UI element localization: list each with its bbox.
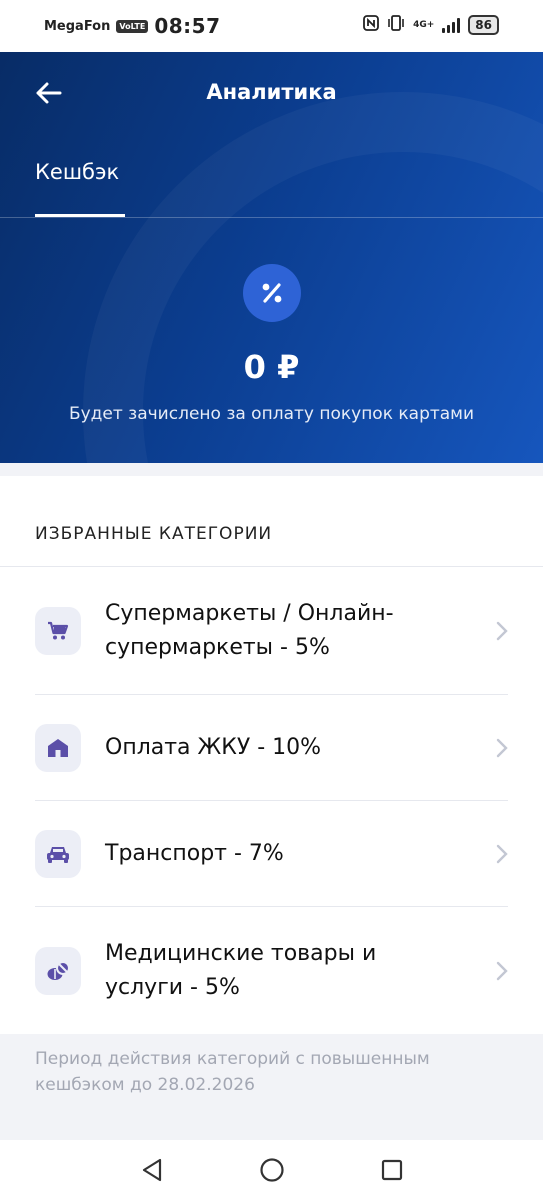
category-label: Медицинские товары и услуги - 5%: [105, 941, 377, 1000]
signal-icon: [442, 17, 461, 33]
pills-icon: [35, 947, 81, 995]
section-heading: ИЗБРАННЫЕ КАТЕГОРИИ: [35, 524, 273, 544]
circle-home-icon: [259, 1158, 284, 1182]
category-label: Транспорт - 7%: [105, 840, 284, 866]
cart-icon: [35, 606, 81, 655]
status-right: 4G+ 86: [363, 15, 499, 35]
category-label: Оплата ЖКУ - 10%: [105, 734, 322, 760]
cashback-subtitle: Будет зачислено за оплату покупок картам…: [68, 404, 475, 424]
category-row-utilities[interactable]: Оплата ЖКУ - 10%: [35, 695, 508, 801]
clock: 08:57: [154, 14, 221, 38]
category-row-supermarkets[interactable]: Супермаркеты / Онлайн-супермаркеты - 5%: [35, 567, 508, 695]
vibrate-icon: [387, 15, 405, 35]
favorite-categories-card: ИЗБРАННЫЕ КАТЕГОРИИ Супермаркеты / Онлай…: [0, 476, 543, 1034]
status-left: MegaFon VoLTE 08:57: [44, 14, 221, 38]
cashback-amount: 0 ₽: [243, 348, 300, 386]
triangle-back-icon: [142, 1158, 161, 1182]
percent-icon: [243, 264, 301, 322]
battery-icon: 86: [468, 15, 499, 35]
category-list: Супермаркеты / Онлайн-супермаркеты - 5% …: [0, 566, 543, 1035]
square-recents-icon: [381, 1159, 402, 1181]
nfc-icon: [363, 15, 379, 35]
system-nav-bar: [0, 1140, 543, 1200]
page-title: Аналитика: [206, 80, 337, 104]
tab-divider: [0, 217, 543, 218]
carrier-name: MegaFon: [44, 18, 111, 34]
nav-home-button[interactable]: [257, 1155, 287, 1185]
chevron-right-icon: [496, 738, 508, 757]
nav-recents-button[interactable]: [377, 1155, 407, 1185]
nav-back-button[interactable]: [137, 1155, 167, 1185]
cashback-hero: Аналитика Кешбэк 0 ₽ Будет зачислено за …: [0, 52, 543, 463]
category-row-medical[interactable]: Медицинские товары и услуги - 5%: [35, 907, 508, 1035]
network-type: 4G+: [413, 20, 435, 30]
volte-badge: VoLTE: [116, 19, 149, 33]
chevron-right-icon: [496, 621, 508, 640]
status-bar: MegaFon VoLTE 08:57 4G+ 86: [0, 0, 543, 52]
category-label: Супермаркеты / Онлайн-супермаркеты - 5%: [105, 600, 394, 660]
tab-cashback[interactable]: Кешбэк: [35, 160, 119, 184]
category-row-transport[interactable]: Транспорт - 7%: [35, 801, 508, 907]
house-icon: [35, 723, 81, 772]
chevron-right-icon: [496, 961, 508, 981]
period-footnote: Период действия категорий с повышенным к…: [35, 1049, 430, 1095]
chevron-right-icon: [496, 844, 508, 863]
car-icon: [35, 829, 81, 878]
